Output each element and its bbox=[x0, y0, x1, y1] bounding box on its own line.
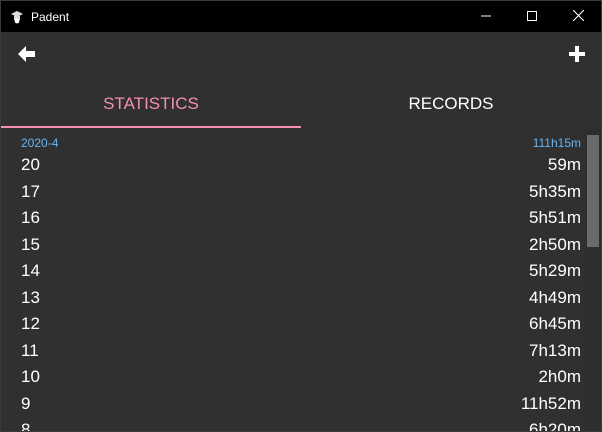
day-label: 16 bbox=[21, 208, 40, 228]
list-item[interactable]: 11 7h13m bbox=[21, 338, 581, 365]
list-item[interactable]: 8 6h20m bbox=[21, 417, 581, 432]
day-label: 10 bbox=[21, 367, 40, 387]
tab-statistics[interactable]: STATISTICS bbox=[1, 80, 301, 128]
day-duration: 2h0m bbox=[538, 367, 581, 387]
day-duration: 6h20m bbox=[529, 420, 581, 432]
close-icon bbox=[572, 8, 584, 26]
day-label: 12 bbox=[21, 314, 40, 334]
day-duration: 5h51m bbox=[529, 208, 581, 228]
day-duration: 5h29m bbox=[529, 261, 581, 281]
graduation-cap-icon bbox=[9, 9, 25, 25]
day-label: 17 bbox=[21, 181, 40, 201]
day-duration: 2h50m bbox=[529, 234, 581, 254]
scrollbar-thumb[interactable] bbox=[587, 135, 599, 247]
app-toolbar bbox=[1, 32, 601, 80]
list-item[interactable]: 20 59m bbox=[21, 152, 581, 179]
day-label: 11 bbox=[21, 340, 39, 360]
list-item[interactable]: 12 6h45m bbox=[21, 311, 581, 338]
app-window: Padent STATISTICS RECORDS 2020-4 111h15m… bbox=[0, 0, 602, 432]
list-item[interactable]: 15 2h50m bbox=[21, 232, 581, 259]
plus-icon bbox=[569, 45, 585, 67]
day-label: 9 bbox=[21, 393, 31, 413]
title-bar[interactable]: Padent bbox=[1, 1, 601, 32]
list-item[interactable]: 16 5h51m bbox=[21, 205, 581, 232]
month-header: 2020-4 111h15m bbox=[21, 136, 581, 150]
day-duration: 7h13m bbox=[529, 340, 581, 360]
list-item[interactable]: 9 11h52m bbox=[21, 391, 581, 418]
vertical-scrollbar[interactable] bbox=[585, 128, 601, 431]
list-item[interactable]: 17 5h35m bbox=[21, 179, 581, 206]
day-duration: 11h52m bbox=[520, 393, 581, 413]
tab-bar: STATISTICS RECORDS bbox=[1, 80, 601, 128]
minimize-icon bbox=[481, 8, 491, 26]
maximize-icon bbox=[527, 8, 537, 26]
arrow-left-icon bbox=[18, 45, 36, 68]
list-item[interactable]: 14 5h29m bbox=[21, 258, 581, 285]
list-item[interactable]: 13 4h49m bbox=[21, 285, 581, 312]
day-duration: 5h35m bbox=[529, 181, 581, 201]
day-duration: 59m bbox=[547, 155, 581, 175]
list-item[interactable]: 10 2h0m bbox=[21, 364, 581, 391]
window-controls bbox=[463, 1, 601, 32]
back-button[interactable] bbox=[15, 44, 39, 68]
window-title: Padent bbox=[31, 9, 70, 24]
day-label: 13 bbox=[21, 287, 40, 307]
statistics-list: 2020-4 111h15m 20 59m 17 5h35m 16 5h51m … bbox=[1, 128, 585, 432]
month-label: 2020-4 bbox=[21, 136, 59, 150]
add-button[interactable] bbox=[565, 44, 589, 68]
day-label: 8 bbox=[21, 420, 31, 432]
maximize-button[interactable] bbox=[509, 1, 555, 32]
day-rows: 20 59m 17 5h35m 16 5h51m 15 2h50m 14 5h2… bbox=[21, 152, 581, 432]
tab-records[interactable]: RECORDS bbox=[301, 80, 601, 128]
day-label: 14 bbox=[21, 261, 40, 281]
day-label: 20 bbox=[21, 155, 40, 175]
day-label: 15 bbox=[21, 234, 40, 254]
day-duration: 4h49m bbox=[529, 287, 581, 307]
month-total: 111h15m bbox=[532, 136, 581, 150]
close-button[interactable] bbox=[555, 1, 601, 32]
day-duration: 6h45m bbox=[529, 314, 581, 334]
minimize-button[interactable] bbox=[463, 1, 509, 32]
